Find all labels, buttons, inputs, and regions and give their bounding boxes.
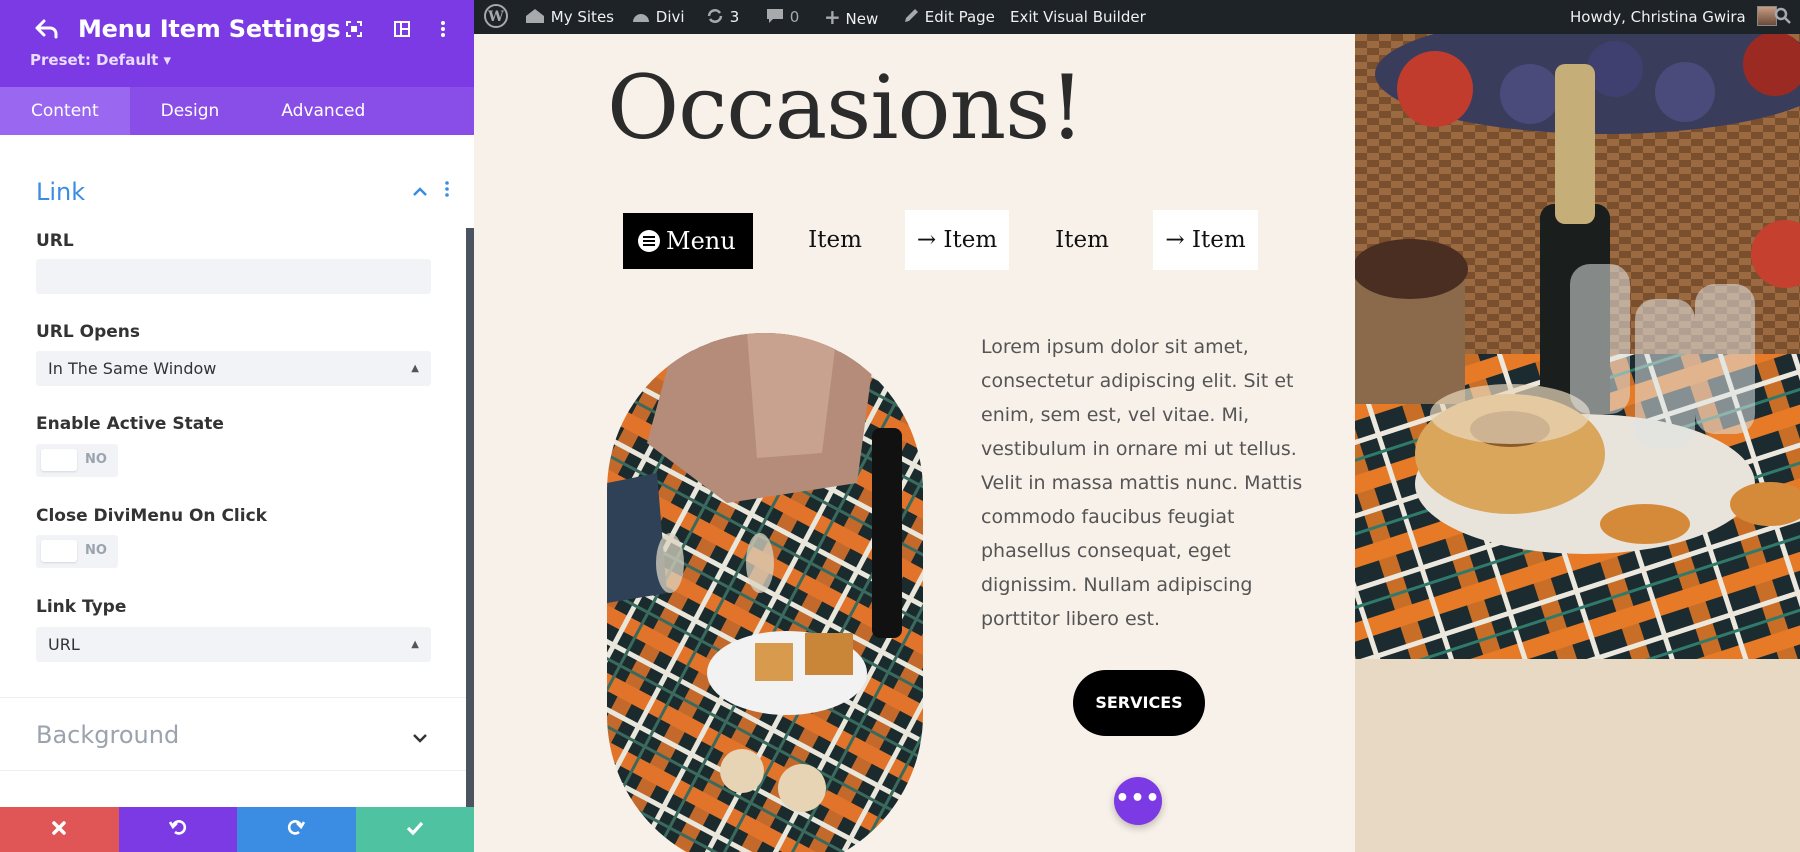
more-options-icon[interactable] (432, 20, 454, 42)
settings-panel: Menu Item Settings Preset: Default ▾ Con… (0, 0, 474, 852)
select-arrows-icon: ▲ (411, 363, 419, 374)
panel-footer (0, 807, 474, 852)
toggle-knob (41, 540, 77, 562)
updates-count: 3 (729, 8, 740, 26)
panel-title: Menu Item Settings (78, 15, 341, 43)
comment-icon (767, 9, 783, 23)
edit-page-label: Edit Page (924, 8, 995, 26)
my-sites-label: My Sites (550, 8, 614, 26)
section-link-title[interactable]: Link (36, 178, 85, 206)
close-menu-value: NO (85, 543, 107, 558)
howdy-label: Howdy, Christina Gwira (1570, 8, 1746, 26)
my-sites-menu[interactable]: My Sites (524, 0, 614, 34)
back-arrow-icon[interactable] (34, 16, 62, 44)
howdy-user-menu[interactable]: Howdy, Christina Gwira (1570, 0, 1777, 34)
link-type-label: Link Type (36, 597, 127, 617)
url-input[interactable] (36, 259, 431, 294)
refresh-icon (707, 9, 723, 23)
edit-page-link[interactable]: Edit Page (902, 0, 995, 34)
updates-menu[interactable]: 3 (705, 0, 739, 34)
preset-dropdown[interactable]: Preset: Default ▾ (30, 51, 171, 69)
menu-toggle-button[interactable]: Menu (623, 213, 753, 269)
page-canvas: Occasions! Menu Item → Item Item → Item (474, 34, 1355, 852)
panel-scrollbar[interactable] (466, 228, 474, 808)
active-state-toggle[interactable]: NO (36, 444, 118, 477)
url-opens-value: In The Same Window (48, 359, 217, 378)
url-opens-select[interactable]: In The Same Window ▲ (36, 351, 431, 386)
redo-button[interactable] (237, 807, 356, 852)
link-type-value: URL (48, 635, 80, 654)
check-icon (406, 821, 423, 836)
chevron-down-icon[interactable] (412, 729, 428, 748)
search-icon[interactable] (1774, 0, 1792, 34)
section-background-title[interactable]: Background (36, 721, 179, 749)
chevron-up-icon[interactable] (412, 183, 428, 202)
select-arrows-icon: ▲ (411, 639, 419, 650)
panel-body: Link URL URL Opens In The Same Window ▲ … (0, 135, 474, 807)
redo-icon (288, 820, 306, 835)
tab-design[interactable]: Design (130, 87, 251, 135)
divi-menu[interactable]: Divi (631, 0, 685, 34)
new-menu[interactable]: + New (824, 0, 878, 34)
save-button[interactable] (355, 807, 474, 852)
beige-block (1355, 659, 1800, 852)
layout-icon[interactable] (391, 20, 413, 42)
url-opens-label: URL Opens (36, 322, 141, 342)
menu-item-2[interactable]: → Item (905, 210, 1009, 270)
active-state-label: Enable Active State (36, 414, 224, 434)
more-actions-button[interactable]: ••• (1114, 777, 1162, 825)
section-divider (0, 770, 466, 771)
hamburger-icon (638, 230, 660, 252)
pencil-icon (905, 9, 918, 22)
services-button[interactable]: SERVICES (1073, 670, 1205, 736)
table-spread-image (1355, 34, 1800, 659)
comments-count: 0 (789, 8, 800, 26)
undo-button[interactable] (118, 807, 237, 852)
menu-item-1[interactable]: Item (783, 210, 887, 270)
close-icon (52, 821, 66, 835)
svg-text:W: W (487, 9, 504, 25)
exit-builder-link[interactable]: Exit Visual Builder (1010, 0, 1146, 34)
url-label: URL (36, 231, 74, 251)
panel-tabs: Content Design Advanced (0, 87, 474, 135)
active-state-value: NO (85, 452, 107, 467)
menu-item-3[interactable]: Item (1030, 210, 1134, 270)
close-menu-toggle[interactable]: NO (36, 535, 118, 568)
page-heading[interactable]: Occasions! (607, 56, 1085, 159)
tab-content[interactable]: Content (0, 87, 130, 135)
new-label: New (845, 10, 879, 28)
toggle-knob (41, 449, 77, 471)
close-menu-label: Close DiviMenu On Click (36, 506, 267, 526)
expand-icon[interactable] (343, 20, 365, 42)
tab-advanced[interactable]: Advanced (250, 87, 396, 135)
link-type-select[interactable]: URL ▲ (36, 627, 431, 662)
wordpress-logo-icon[interactable]: W (484, 0, 508, 34)
panel-header: Menu Item Settings Preset: Default ▾ (0, 0, 474, 87)
plus-icon: + (824, 5, 841, 29)
gauge-icon (633, 14, 649, 22)
body-paragraph[interactable]: Lorem ipsum dolor sit amet, consectetur … (981, 330, 1311, 636)
section-divider (0, 697, 466, 698)
undo-icon (168, 820, 186, 835)
wp-admin-bar: W My Sites Divi 3 0 + New Edit Page Exit… (474, 0, 1800, 34)
section-menu-icon[interactable] (444, 181, 450, 201)
cancel-button[interactable] (0, 807, 119, 852)
menu-item-4[interactable]: → Item (1153, 210, 1258, 270)
divi-label: Divi (655, 8, 685, 26)
menu-button-label: Menu (666, 227, 736, 255)
home-icon (526, 9, 544, 23)
comments-menu[interactable]: 0 (765, 0, 799, 34)
picnic-image (607, 333, 923, 852)
